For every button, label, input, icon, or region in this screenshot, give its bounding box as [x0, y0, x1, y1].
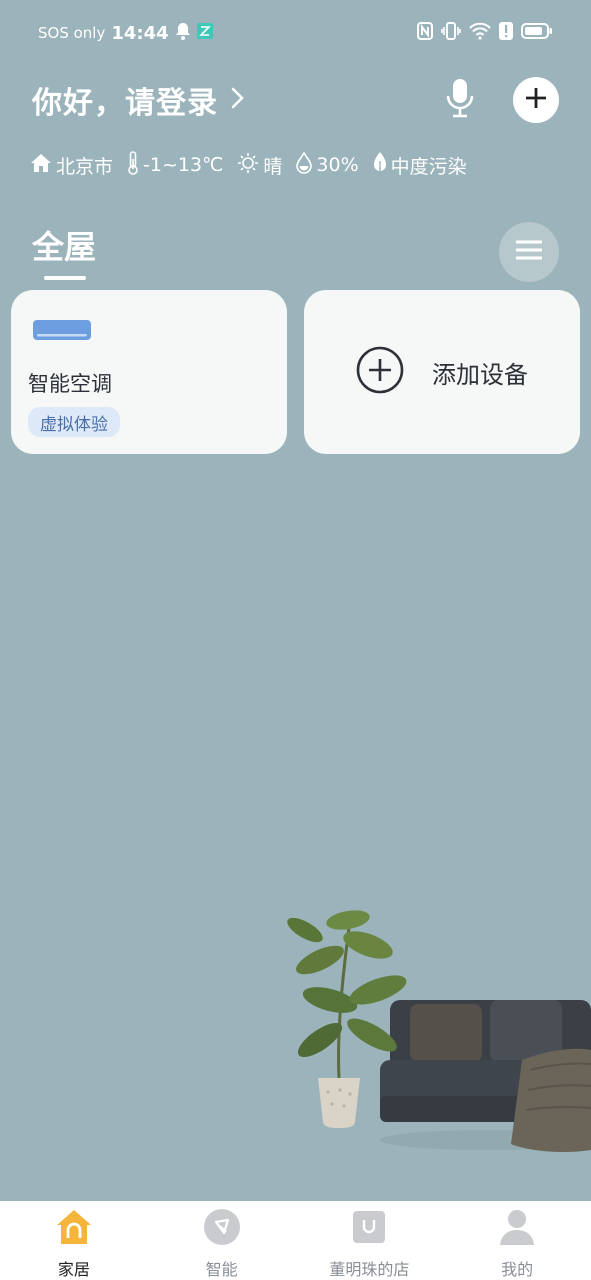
status-bar: SOS only 14:44: [0, 0, 591, 66]
city-text: 北京市: [56, 155, 114, 178]
status-right: [417, 22, 553, 44]
location[interactable]: 北京市: [30, 152, 113, 179]
chevron-right-icon[interactable]: [230, 87, 244, 113]
add-device-card[interactable]: 添加设备: [304, 290, 580, 454]
weather-bar: 北京市 -1~13℃ 晴 30% 中度污染: [30, 148, 467, 182]
leaf-icon: [373, 151, 387, 180]
tab-smart-label: 智能: [205, 1260, 238, 1279]
condition: 晴: [237, 152, 282, 179]
add-device-label: 添加设备: [432, 360, 528, 389]
status-left: SOS only 14:44: [38, 22, 213, 44]
tab-indicator: [44, 276, 86, 280]
tab-smart[interactable]: 智能: [148, 1201, 296, 1280]
tab-home-label: 家居: [57, 1260, 90, 1279]
carrier-text: SOS only: [38, 24, 106, 42]
temperature-text: -1~13℃: [143, 154, 224, 176]
login-prompt[interactable]: 你好，请登录: [32, 78, 218, 122]
air-quality-text: 中度污染: [390, 155, 467, 178]
condition-text: 晴: [263, 155, 283, 178]
bottom-tab-bar: 家居 智能 董明珠的店 我的: [0, 1201, 591, 1280]
home-icon: [55, 1208, 93, 1250]
virtual-experience-badge: 虚拟体验: [28, 407, 120, 437]
clock-text: 14:44: [111, 22, 169, 44]
menu-icon: [515, 239, 543, 265]
thermometer-icon: [127, 150, 139, 180]
smart-icon: [203, 1208, 241, 1250]
wifi-icon: [469, 22, 491, 44]
tab-store-label: 董明珠的店: [329, 1260, 410, 1279]
profile-icon: [498, 1208, 536, 1250]
plus-icon: [525, 87, 547, 113]
add-button[interactable]: [513, 77, 559, 123]
water-drop-icon: [296, 150, 313, 179]
nfc-icon: [417, 22, 433, 44]
battery-icon: [521, 22, 553, 44]
store-icon: [350, 1208, 388, 1250]
tab-home[interactable]: 家居: [0, 1201, 148, 1280]
room-menu-button[interactable]: [499, 222, 559, 282]
room-selector: 全屋: [32, 222, 560, 282]
air-quality: 中度污染: [373, 151, 467, 180]
tab-profile-label: 我的: [501, 1260, 534, 1279]
living-room-illustration: [260, 900, 591, 1160]
voice-button[interactable]: [440, 76, 480, 124]
tab-whole-house[interactable]: 全屋: [32, 228, 96, 266]
tab-profile[interactable]: 我的: [443, 1201, 591, 1280]
vibrate-icon: [441, 22, 461, 44]
home-location-icon: [30, 153, 52, 178]
device-card-air-conditioner[interactable]: 智能空调 虚拟体验: [11, 290, 287, 454]
device-name: 智能空调: [28, 372, 112, 396]
add-circle-icon: [356, 346, 404, 398]
tab-store[interactable]: 董明珠的店: [296, 1201, 444, 1280]
temperature: -1~13℃: [127, 150, 224, 180]
microphone-icon: [445, 78, 475, 122]
alert-icon: [499, 22, 513, 44]
sun-icon: [237, 152, 259, 179]
humidity-text: 30%: [316, 154, 359, 176]
air-conditioner-icon: [33, 320, 91, 346]
bell-icon: [175, 22, 191, 44]
humidity: 30%: [296, 150, 359, 179]
app-notification-icon: [196, 23, 213, 43]
header: 你好，请登录: [32, 72, 562, 128]
